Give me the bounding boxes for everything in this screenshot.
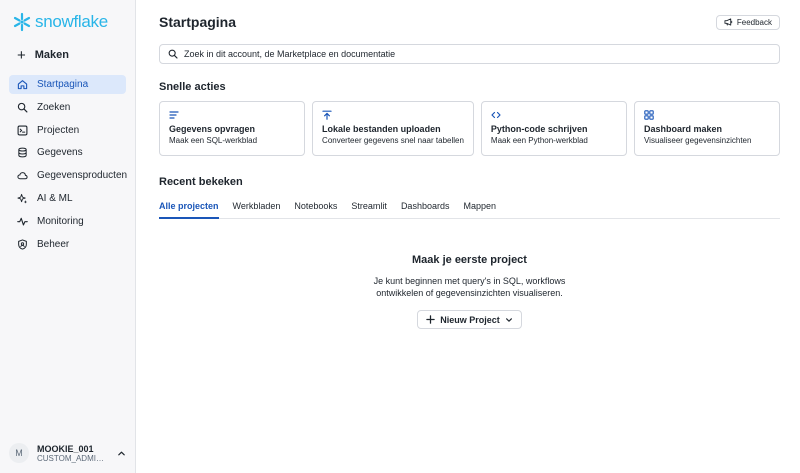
plus-icon: + — [17, 46, 26, 64]
quick-action-query-data[interactable]: Gegevens opvragen Maak een SQL-werkblad — [159, 101, 306, 156]
main-content: Startpagina Feedback Zoek in dit account… — [136, 0, 800, 473]
code-icon — [491, 111, 501, 119]
card-title: Python-code schrijven — [490, 124, 588, 134]
sidebar-item-beheer[interactable]: Beheer — [9, 235, 126, 254]
user-info: MOOKIE_001 CUSTOM_ADMIN_... — [37, 444, 109, 463]
card-subtitle: Converteer gegevens snel naar tabellen — [322, 136, 464, 145]
user-name: MOOKIE_001 — [37, 443, 94, 454]
empty-state-title: Maak je eerste project — [412, 254, 527, 266]
tab-dashboards[interactable]: Dashboards — [401, 199, 450, 219]
sidebar-item-label: Projecten — [37, 124, 80, 136]
feedback-button[interactable]: Feedback — [715, 14, 780, 30]
sidebar-item-monitoring[interactable]: Monitoring — [9, 212, 126, 231]
quick-action-python-code[interactable]: Python-code schrijven Maak een Python-we… — [480, 101, 627, 156]
quick-action-upload-files[interactable]: Lokale bestanden uploaden Converteer geg… — [312, 101, 474, 156]
sparkle-icon — [17, 193, 28, 204]
chevron-up-icon — [118, 451, 125, 455]
activity-icon — [17, 217, 28, 226]
feedback-label: Feedback — [736, 17, 772, 27]
sidebar-item-label: Gegevens — [37, 147, 83, 159]
sidebar-item-label: Gegevensproducten — [37, 170, 128, 182]
card-title: Lokale bestanden uploaden — [322, 124, 441, 134]
search-placeholder: Zoek in dit account, de Marketplace en d… — [184, 49, 396, 59]
home-icon — [17, 80, 28, 90]
projects-icon — [17, 125, 28, 136]
user-role: CUSTOM_ADMIN_... — [37, 453, 109, 463]
tab-alle-projecten[interactable]: Alle projecten — [159, 199, 219, 219]
card-title: Dashboard maken — [643, 124, 722, 134]
tab-streamlit[interactable]: Streamlit — [351, 199, 387, 219]
upload-icon — [322, 110, 332, 120]
recent-tabs: Alle projecten Werkbladen Notebooks Stre… — [159, 199, 780, 219]
tab-mappen[interactable]: Mappen — [463, 199, 496, 219]
chevron-down-icon — [505, 317, 512, 322]
snowflake-logo-icon — [13, 12, 31, 32]
sidebar-item-zoeken[interactable]: Zoeken — [9, 98, 126, 117]
card-title: Gegevens opvragen — [169, 124, 256, 134]
quick-actions-title: Snelle acties — [159, 81, 226, 93]
empty-state-line: Je kunt beginnen met query's in SQL, wor… — [373, 276, 566, 286]
page-header: Startpagina Feedback — [159, 0, 780, 44]
sidebar-item-label: AI & ML — [37, 192, 73, 204]
sidebar-item-label: Startpagina — [37, 79, 89, 90]
cloud-icon — [17, 172, 28, 180]
create-button[interactable]: + Maken — [9, 44, 126, 66]
page-title: Startpagina — [159, 14, 237, 30]
empty-state-text: Je kunt beginnen met query's in SQL, wor… — [159, 275, 780, 299]
empty-state-line: ontwikkelen of gegevensinzichten visuali… — [376, 288, 563, 298]
create-label: Maken — [34, 49, 70, 61]
sidebar: snowflake + Maken Startpagina Zoeken Pro… — [0, 0, 136, 473]
shield-icon — [18, 238, 27, 250]
database-icon — [18, 147, 27, 158]
tab-notebooks[interactable]: Notebooks — [294, 199, 337, 219]
card-subtitle: Visualiseer gegevensinzichten — [643, 136, 752, 145]
megaphone-icon — [724, 18, 733, 26]
sidebar-item-label: Zoeken — [37, 101, 71, 113]
card-subtitle: Maak een Python-werkblad — [490, 136, 588, 145]
quick-actions: Gegevens opvragen Maak een SQL-werkblad … — [159, 101, 781, 156]
search-icon — [168, 49, 178, 59]
logo[interactable]: snowflake — [9, 0, 126, 44]
search-icon — [17, 102, 28, 113]
sidebar-item-gegevens[interactable]: Gegevens — [9, 143, 126, 162]
card-subtitle: Maak een SQL-werkblad — [169, 136, 258, 145]
recent-title: Recent bekeken — [159, 176, 243, 188]
sidebar-item-gegevensproducten[interactable]: Gegevensproducten — [9, 166, 128, 185]
query-lines-icon — [169, 111, 179, 119]
dashboard-icon — [644, 110, 654, 120]
sidebar-item-label: Beheer — [37, 238, 70, 250]
plus-icon — [426, 315, 435, 324]
new-project-label: Nieuw Project — [440, 314, 500, 325]
sidebar-item-ai-ml[interactable]: AI & ML — [9, 189, 126, 208]
sidebar-item-label: Monitoring — [37, 215, 84, 227]
avatar: M — [9, 443, 29, 463]
main-nav: Startpagina Zoeken Projecten Gegevens Ge… — [9, 75, 128, 254]
empty-state: Maak je eerste project Je kunt beginnen … — [159, 254, 780, 329]
user-menu[interactable]: M MOOKIE_001 CUSTOM_ADMIN_... — [9, 438, 126, 468]
new-project-button[interactable]: Nieuw Project — [417, 310, 522, 329]
quick-action-dashboard[interactable]: Dashboard maken Visualiseer gegevensinzi… — [633, 101, 781, 156]
sidebar-item-projecten[interactable]: Projecten — [9, 121, 126, 140]
sidebar-item-startpagina[interactable]: Startpagina — [9, 75, 126, 94]
logo-wordmark: snowflake — [35, 12, 108, 31]
search-input[interactable]: Zoek in dit account, de Marketplace en d… — [159, 44, 780, 64]
tab-werkbladen[interactable]: Werkbladen — [233, 199, 281, 219]
